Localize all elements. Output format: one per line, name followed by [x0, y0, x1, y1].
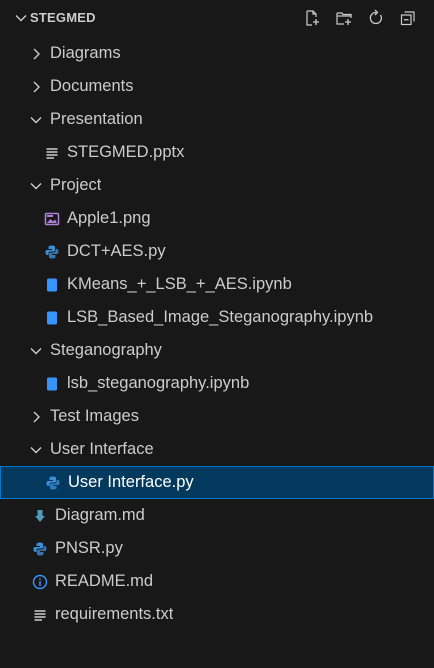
tree-item-label: STEGMED.pptx — [67, 143, 185, 161]
notebook-icon — [44, 277, 60, 293]
chevron-down-icon — [14, 11, 28, 30]
tree-item-label: User Interface — [50, 440, 154, 458]
file-item-diagram-md[interactable]: Diagram.md — [0, 499, 434, 532]
new-file-icon[interactable] — [302, 8, 322, 28]
collapse-all-icon[interactable] — [398, 8, 418, 28]
chevron-right-icon[interactable] — [28, 409, 44, 425]
chevron-down-icon[interactable] — [28, 442, 44, 458]
file-item-dct-aes-py[interactable]: DCT+AES.py — [0, 235, 434, 268]
folder-item-project[interactable]: Project — [0, 169, 434, 202]
tree-item-label: Steganography — [50, 341, 162, 359]
tree-item-label: Diagram.md — [55, 506, 145, 524]
tree-item-label: User Interface.py — [68, 473, 194, 491]
tree-item-label: requirements.txt — [55, 605, 174, 623]
tree-item-label: Presentation — [50, 110, 143, 128]
file-item-lsb-steganography-ipynb[interactable]: lsb_steganography.ipynb — [0, 367, 434, 400]
file-item-pnsr-py[interactable]: PNSR.py — [0, 532, 434, 565]
lines-icon — [32, 607, 48, 623]
lines-icon — [44, 145, 60, 161]
file-item-lsb-based-image-steganography-ipynb[interactable]: LSB_Based_Image_Steganography.ipynb — [0, 301, 434, 334]
folder-item-user-interface[interactable]: User Interface — [0, 433, 434, 466]
explorer-panel: STEGMED Diagrams Documents Presentation STE… — [0, 4, 434, 668]
chevron-down-icon[interactable] — [28, 343, 44, 359]
image-icon — [44, 211, 60, 227]
tree-item-label: Documents — [50, 77, 134, 95]
tree-item-label: Diagrams — [50, 44, 121, 62]
refresh-icon[interactable] — [366, 8, 386, 28]
folder-item-test-images[interactable]: Test Images — [0, 400, 434, 433]
folder-item-diagrams[interactable]: Diagrams — [0, 37, 434, 70]
folder-item-steganography[interactable]: Steganography — [0, 334, 434, 367]
tree-item-label: README.md — [55, 572, 154, 590]
file-item-requirements-txt[interactable]: requirements.txt — [0, 598, 434, 631]
tree-item-label: Project — [50, 176, 102, 194]
chevron-right-icon[interactable] — [28, 79, 44, 95]
chevron-down-icon[interactable] — [28, 112, 44, 128]
tree-item-label: PNSR.py — [55, 539, 123, 557]
explorer-root-header[interactable]: STEGMED — [0, 4, 434, 32]
file-tree: Diagrams Documents Presentation STEGMED.ppt… — [0, 37, 434, 631]
python-icon — [45, 475, 61, 491]
markdown-icon — [32, 508, 48, 524]
file-item-stegmed-pptx[interactable]: STEGMED.pptx — [0, 136, 434, 169]
file-item-apple1-png[interactable]: Apple1.png — [0, 202, 434, 235]
folder-item-presentation[interactable]: Presentation — [0, 103, 434, 136]
notebook-icon — [44, 310, 60, 326]
folder-item-documents[interactable]: Documents — [0, 70, 434, 103]
chevron-right-icon[interactable] — [28, 46, 44, 62]
new-folder-icon[interactable] — [334, 8, 354, 28]
file-item-readme-md[interactable]: README.md — [0, 565, 434, 598]
tree-item-label: DCT+AES.py — [67, 242, 166, 260]
notebook-icon — [44, 376, 60, 392]
tree-item-label: lsb_steganography.ipynb — [67, 374, 250, 392]
python-icon — [44, 244, 60, 260]
python-icon — [32, 541, 48, 557]
tree-item-label: Test Images — [50, 407, 139, 425]
chevron-down-icon[interactable] — [28, 178, 44, 194]
tree-item-label: Apple1.png — [67, 209, 151, 227]
info-icon — [32, 574, 48, 590]
explorer-root-label: STEGMED — [30, 10, 96, 25]
file-item-user-interface-py[interactable]: User Interface.py — [0, 466, 434, 499]
explorer-actions — [302, 8, 418, 28]
file-item-kmeans-lsb-aes-ipynb[interactable]: KMeans_+_LSB_+_AES.ipynb — [0, 268, 434, 301]
tree-item-label: LSB_Based_Image_Steganography.ipynb — [67, 308, 374, 326]
tree-item-label: KMeans_+_LSB_+_AES.ipynb — [67, 275, 292, 293]
